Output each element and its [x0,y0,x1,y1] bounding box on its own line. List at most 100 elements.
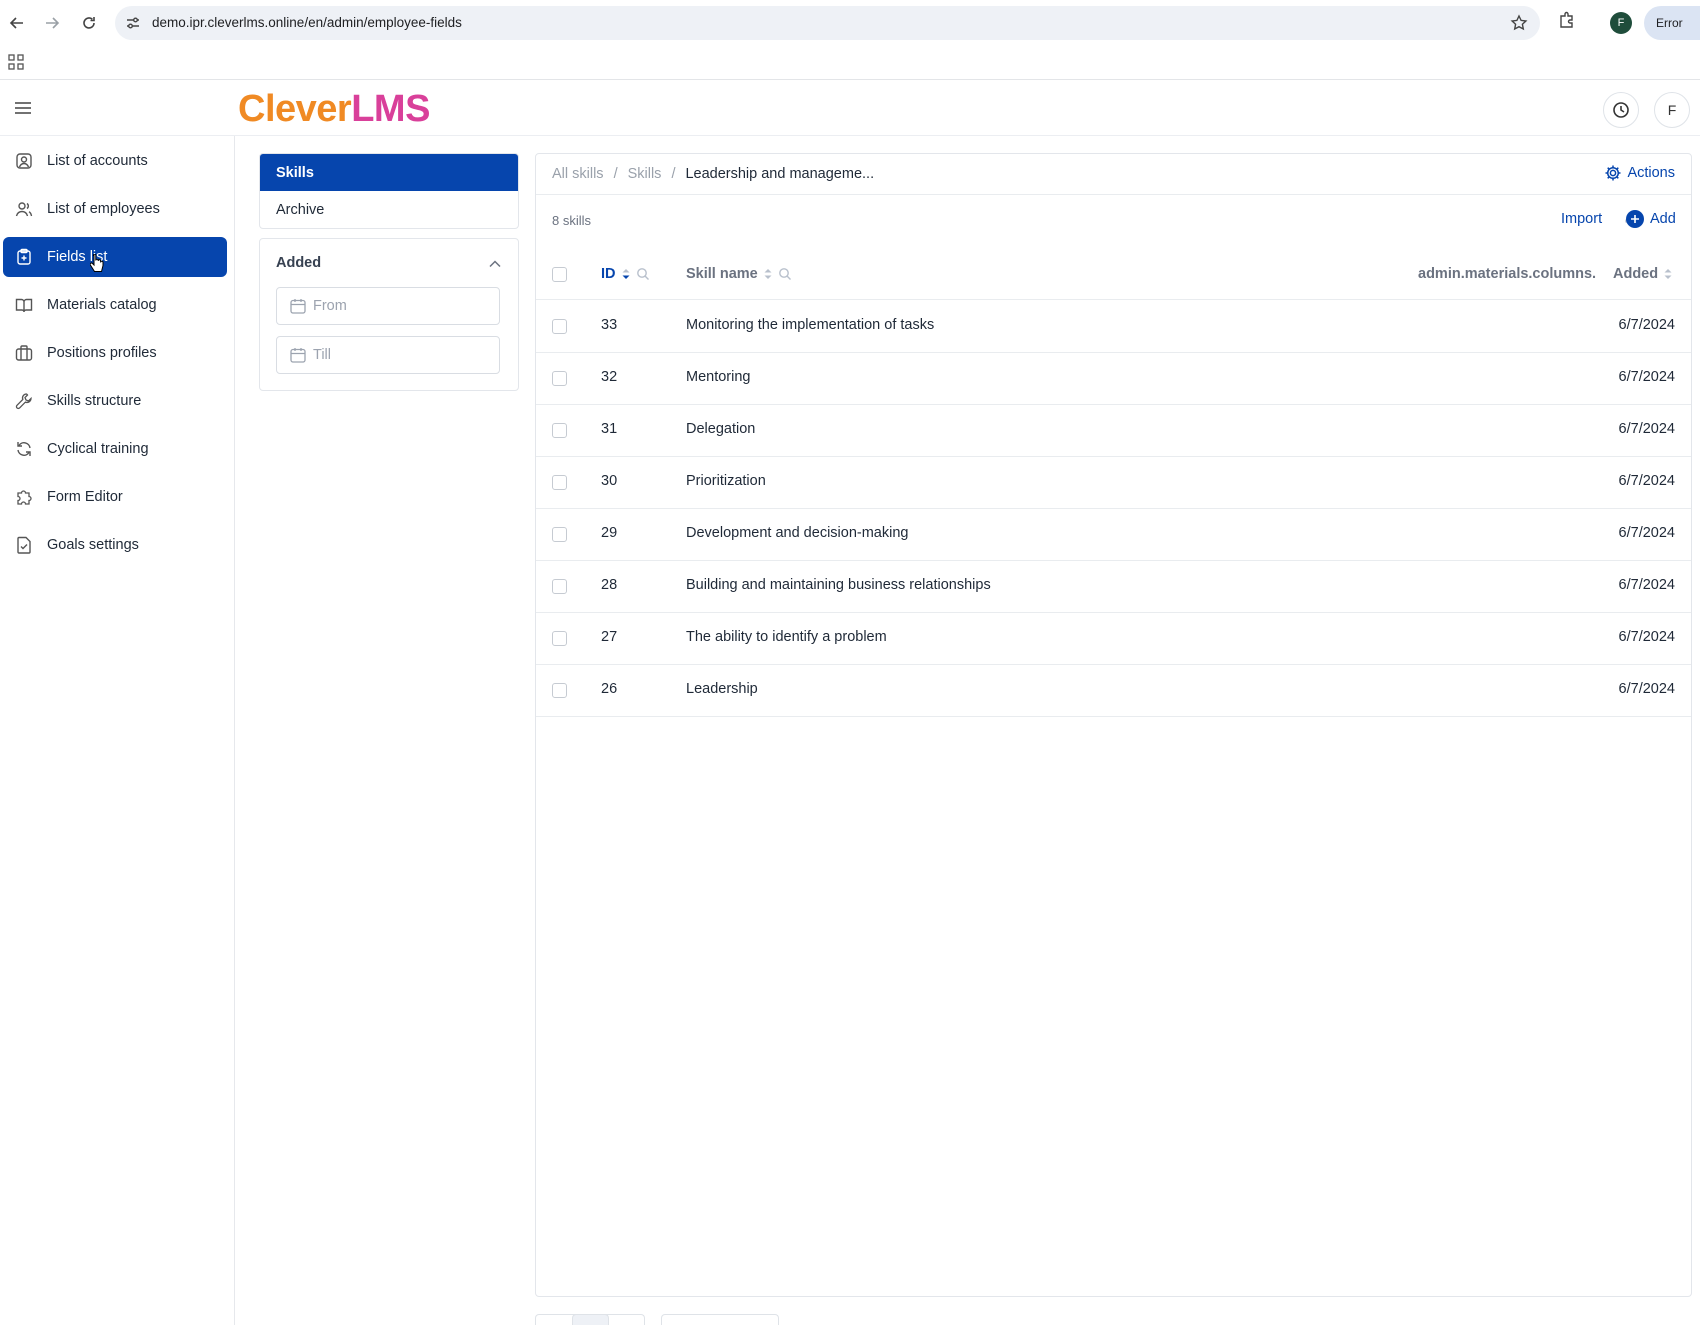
hamburger-menu-icon[interactable] [12,97,34,119]
table-header: ID Skill name admin.materials.columns. A… [536,250,1691,300]
pagination-current-page[interactable] [572,1314,609,1325]
row-skill-name[interactable]: Building and maintaining business relati… [686,577,991,593]
breadcrumb-skills[interactable]: Skills [628,166,662,182]
sidebar-item-positions-profiles[interactable]: Positions profiles [3,333,227,373]
site-info-icon[interactable] [125,15,141,31]
column-header-skill-name[interactable]: Skill name [686,266,792,282]
bookmarks-bar [0,46,1700,80]
chevron-up-icon[interactable] [488,257,502,271]
row-skill-name[interactable]: Delegation [686,421,755,437]
back-icon[interactable] [4,10,30,36]
extensions-icon[interactable] [1558,11,1576,32]
skills-count: 8 skills [552,213,592,228]
date-till-input[interactable] [313,347,483,363]
row-skill-name[interactable]: Development and decision-making [686,525,908,541]
add-button[interactable]: Add [1626,210,1676,228]
error-label: Error [1656,16,1683,30]
table-row[interactable]: 30 Prioritization 6/7/2024 [536,457,1691,509]
breadcrumb-separator: / [613,166,618,182]
row-id: 33 [601,317,618,333]
sort-icon[interactable] [1663,267,1673,281]
filter-title: Added [276,255,322,271]
sidebar-item-list-of-employees[interactable]: List of employees [3,189,227,229]
actions-button[interactable]: Actions [1604,164,1675,182]
date-from-field[interactable] [276,287,500,325]
table-row[interactable]: 33 Monitoring the implementation of task… [536,301,1691,353]
sidebar-item-cyclical-training[interactable]: Cyclical training [3,429,227,469]
table-row[interactable]: 31 Delegation 6/7/2024 [536,405,1691,457]
row-skill-name[interactable]: Monitoring the implementation of tasks [686,317,934,333]
row-checkbox[interactable] [552,475,567,490]
row-added-date: 6/7/2024 [1618,473,1675,489]
url-text: demo.ipr.cleverlms.online/en/admin/emplo… [152,15,462,30]
import-link[interactable]: Import [1561,211,1602,227]
date-from-input[interactable] [313,298,483,314]
sort-icon[interactable] [763,267,773,281]
tabs-card: Skills Archive [259,153,519,229]
user-initial: F [1667,102,1677,118]
breadcrumb-current: Leadership and manageme... [685,166,875,182]
breadcrumb-separator: / [671,166,676,182]
calendar-icon [290,348,306,363]
row-id: 26 [601,681,618,697]
user-avatar-button[interactable]: F [1654,92,1690,128]
refresh-icon [13,438,35,460]
row-checkbox[interactable] [552,371,567,386]
pagination-page-size-select[interactable] [661,1314,779,1325]
row-id: 31 [601,421,618,437]
table-row[interactable]: 27 The ability to identify a problem 6/7… [536,613,1691,665]
row-checkbox[interactable] [552,579,567,594]
clipboard-plus-icon [13,246,35,268]
clock-history-icon [1613,102,1629,118]
row-added-date: 6/7/2024 [1618,525,1675,541]
wrench-icon [13,390,35,412]
table-row[interactable]: 29 Development and decision-making 6/7/2… [536,509,1691,561]
add-label: Add [1650,211,1676,227]
search-icon[interactable] [636,267,650,281]
tab-skills[interactable]: Skills [260,154,518,191]
table-row[interactable]: 26 Leadership 6/7/2024 [536,665,1691,717]
breadcrumb-all-skills[interactable]: All skills [552,166,604,182]
profile-avatar[interactable]: F [1610,12,1632,34]
search-icon[interactable] [778,267,792,281]
row-skill-name[interactable]: The ability to identify a problem [686,629,887,645]
row-added-date: 6/7/2024 [1618,421,1675,437]
row-checkbox[interactable] [552,527,567,542]
address-bar[interactable]: demo.ipr.cleverlms.online/en/admin/emplo… [115,6,1540,40]
date-till-field[interactable] [276,336,500,374]
table-row[interactable]: 32 Mentoring 6/7/2024 [536,353,1691,405]
row-skill-name[interactable]: Leadership [686,681,758,697]
row-checkbox[interactable] [552,683,567,698]
account-icon [13,150,35,172]
history-button[interactable] [1603,92,1639,128]
sidebar-item-skills-structure[interactable]: Skills structure [3,381,227,421]
error-badge[interactable]: Error [1644,6,1700,40]
sidebar-item-fields-list[interactable]: Fields list [3,237,227,277]
sidebar-item-goals-settings[interactable]: Goals settings [3,525,227,565]
column-header-added[interactable]: Added [1613,266,1673,282]
row-checkbox[interactable] [552,423,567,438]
row-id: 32 [601,369,618,385]
row-checkbox[interactable] [552,631,567,646]
row-skill-name[interactable]: Prioritization [686,473,766,489]
tab-archive[interactable]: Archive [260,191,518,228]
column-label: Skill name [686,266,758,282]
sidebar-item-list-of-accounts[interactable]: List of accounts [3,141,227,181]
users-icon [13,198,35,220]
briefcase-icon [13,342,35,364]
column-header-id[interactable]: ID [601,266,650,282]
forward-icon[interactable] [39,10,65,36]
reload-icon[interactable] [76,10,102,36]
cleverlms-logo[interactable]: CleverLMS [238,88,430,132]
sort-desc-icon[interactable] [621,267,631,281]
row-id: 27 [601,629,618,645]
sidebar-item-form-editor[interactable]: Form Editor [3,477,227,517]
apps-grid-icon[interactable] [8,54,24,70]
sidebar-item-materials-catalog[interactable]: Materials catalog [3,285,227,325]
sidebar-item-label: List of employees [47,201,160,217]
row-skill-name[interactable]: Mentoring [686,369,750,385]
table-row[interactable]: 28 Building and maintaining business rel… [536,561,1691,613]
bookmark-star-icon[interactable] [1510,14,1528,32]
select-all-checkbox[interactable] [552,267,567,282]
row-checkbox[interactable] [552,319,567,334]
